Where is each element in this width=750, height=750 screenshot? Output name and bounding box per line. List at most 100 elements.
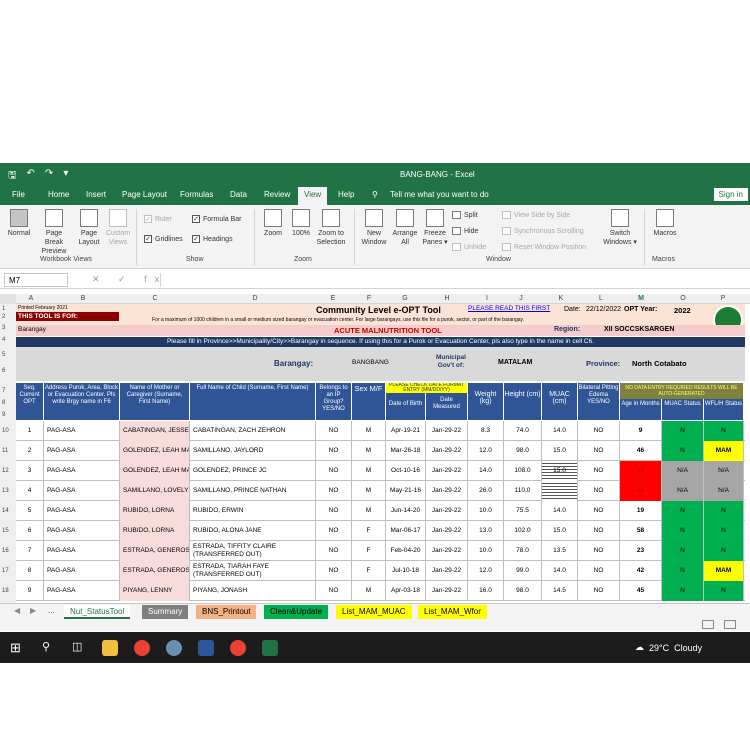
column-header[interactable]: I: [482, 295, 492, 302]
row-number[interactable]: 7: [2, 388, 5, 394]
table-cell-child[interactable]: SAMILLANO, PRINCE NATHAN: [190, 481, 316, 501]
page-layout-status-icon[interactable]: [724, 620, 736, 629]
row-number[interactable]: 6: [2, 368, 5, 374]
row-number[interactable]: 1: [2, 306, 5, 312]
table-cell-seq[interactable]: 4: [16, 481, 44, 501]
read-first-link[interactable]: PLEASE READ THIS FIRST: [468, 305, 550, 312]
table-cell-dob[interactable]: May-21-16: [386, 481, 426, 501]
table-cell-ip[interactable]: NO: [316, 481, 352, 501]
table-cell-wt[interactable]: 16.0: [468, 581, 504, 601]
normal-view-status-icon[interactable]: [702, 620, 714, 629]
table-cell-age[interactable]: 45: [620, 581, 662, 601]
table-cell-sex[interactable]: F: [352, 521, 386, 541]
table-cell-child[interactable]: CABATINGAN, ZACH ZEHRON: [190, 421, 316, 441]
table-cell-child[interactable]: RUBIDO, ERWIN: [190, 501, 316, 521]
formula-input[interactable]: [160, 273, 746, 287]
table-cell-sex[interactable]: M: [352, 581, 386, 601]
tab-formulas[interactable]: Formulas: [180, 190, 213, 199]
row-number[interactable]: 14: [2, 508, 9, 514]
formula-bar-checkbox[interactable]: ✓ Formula Bar: [192, 215, 242, 223]
table-cell-dob[interactable]: Mar-26-18: [386, 441, 426, 461]
table-cell-child[interactable]: GOLENDEZ, PRINCE JC: [190, 461, 316, 481]
file-explorer-icon[interactable]: [102, 640, 118, 656]
table-cell-edema[interactable]: NO: [578, 561, 620, 581]
column-header[interactable]: B: [78, 295, 88, 302]
table-cell-ws[interactable]: N: [704, 521, 744, 541]
prev-sheet-icon[interactable]: ◀: [14, 606, 20, 615]
table-cell-wt[interactable]: 10.0: [468, 541, 504, 561]
tab-home[interactable]: Home: [48, 190, 69, 199]
view-side-by-side-button[interactable]: View Side by Side: [502, 211, 570, 219]
barangay-value[interactable]: BANGBANG: [352, 359, 389, 366]
sign-in-button[interactable]: Sign in: [713, 188, 748, 201]
column-header[interactable]: L: [596, 295, 606, 302]
table-cell-mother[interactable]: GOLENDEZ, LEAH MAE: [120, 441, 190, 461]
table-cell-seq[interactable]: 9: [16, 581, 44, 601]
table-cell-meas[interactable]: Jan-29-22: [426, 441, 468, 461]
sheet-tab[interactable]: Clean&Update: [264, 605, 329, 619]
tab-insert[interactable]: Insert: [86, 190, 106, 199]
column-header[interactable]: C: [150, 295, 160, 302]
table-cell-ht[interactable]: 108.0: [504, 461, 542, 481]
column-header[interactable]: K: [556, 295, 566, 302]
table-cell-mother[interactable]: GOLENDEZ, LEAH MAE: [120, 461, 190, 481]
table-cell-muac[interactable]: 13.5: [542, 541, 578, 561]
table-cell-age[interactable]: 42: [620, 561, 662, 581]
row-number[interactable]: 12: [2, 468, 9, 474]
table-cell-age[interactable]: 23: [620, 541, 662, 561]
arrange-all-button[interactable]: Arrange All: [390, 209, 420, 247]
table-cell-ip[interactable]: NO: [316, 521, 352, 541]
table-cell-ht[interactable]: 102.0: [504, 521, 542, 541]
column-header[interactable]: H: [442, 295, 452, 302]
formula-buttons[interactable]: ✕ ✓ fx: [92, 274, 167, 285]
table-cell-meas[interactable]: Jan-29-22: [426, 561, 468, 581]
page-break-preview-button[interactable]: Page Break Preview: [36, 209, 72, 256]
excel-icon[interactable]: [262, 640, 278, 656]
row-number[interactable]: 8: [2, 400, 5, 406]
chrome-icon[interactable]: [230, 640, 246, 656]
table-cell-addr[interactable]: PAG-ASA: [44, 481, 120, 501]
table-cell-sex[interactable]: M: [352, 441, 386, 461]
table-cell-edema[interactable]: NO: [578, 541, 620, 561]
table-cell-child[interactable]: RUBIDO, ALONA JANE: [190, 521, 316, 541]
select-all-corner[interactable]: [0, 294, 16, 304]
table-cell-ip[interactable]: NO: [316, 421, 352, 441]
undo-icon[interactable]: ↶: [27, 168, 35, 185]
table-cell-sex[interactable]: M: [352, 501, 386, 521]
headings-checkbox[interactable]: ✓ Headings: [192, 235, 233, 243]
table-cell-addr[interactable]: PAG-ASA: [44, 541, 120, 561]
row-number[interactable]: 16: [2, 548, 9, 554]
tab-page-layout[interactable]: Page Layout: [122, 190, 167, 199]
column-header-selected[interactable]: M: [636, 295, 646, 302]
table-cell-ms[interactable]: N: [662, 541, 704, 561]
table-cell-ip[interactable]: NO: [316, 541, 352, 561]
tell-me-box[interactable]: Tell me what you want to do: [390, 190, 489, 199]
table-cell-ws[interactable]: N: [704, 541, 744, 561]
table-cell-child[interactable]: ESTRADA, TIFFITY CLAIRE (TRANSFERRED OUT…: [190, 541, 316, 561]
task-view-icon[interactable]: ◫: [72, 640, 82, 653]
table-cell-ip[interactable]: NO: [316, 501, 352, 521]
table-cell-muac[interactable]: [542, 481, 578, 501]
sheet-tab[interactable]: List_MAM_MUAC: [336, 605, 412, 619]
custom-views-button[interactable]: Custom Views: [104, 209, 132, 247]
table-cell-child[interactable]: SAMILLANO, JAYLORD: [190, 441, 316, 461]
split-button[interactable]: Split: [452, 211, 478, 219]
table-cell-muac[interactable]: 15.0: [542, 461, 578, 481]
column-header[interactable]: P: [718, 295, 728, 302]
table-cell-dob[interactable]: Feb-04-20: [386, 541, 426, 561]
table-cell-edema[interactable]: NO: [578, 581, 620, 601]
sheet-tab[interactable]: Nut_StatusTool: [64, 605, 131, 619]
row-number[interactable]: 4: [2, 337, 5, 343]
table-cell-edema[interactable]: NO: [578, 501, 620, 521]
table-cell-wt[interactable]: 13.0: [468, 521, 504, 541]
row-number[interactable]: 2: [2, 314, 5, 320]
table-cell-ms[interactable]: N: [662, 581, 704, 601]
table-cell-ms[interactable]: N: [662, 441, 704, 461]
worksheet-grid[interactable]: Printed February 2021 THIS TOOL IS FOR: …: [16, 304, 750, 604]
table-cell-wt[interactable]: 14.0: [468, 461, 504, 481]
table-cell-addr[interactable]: PAG-ASA: [44, 561, 120, 581]
tab-review[interactable]: Review: [264, 190, 290, 199]
table-cell-dob[interactable]: Mar-06-17: [386, 521, 426, 541]
synchronous-scrolling-button[interactable]: Synchronous Scrolling: [502, 227, 584, 235]
name-box[interactable]: M7: [4, 273, 68, 287]
